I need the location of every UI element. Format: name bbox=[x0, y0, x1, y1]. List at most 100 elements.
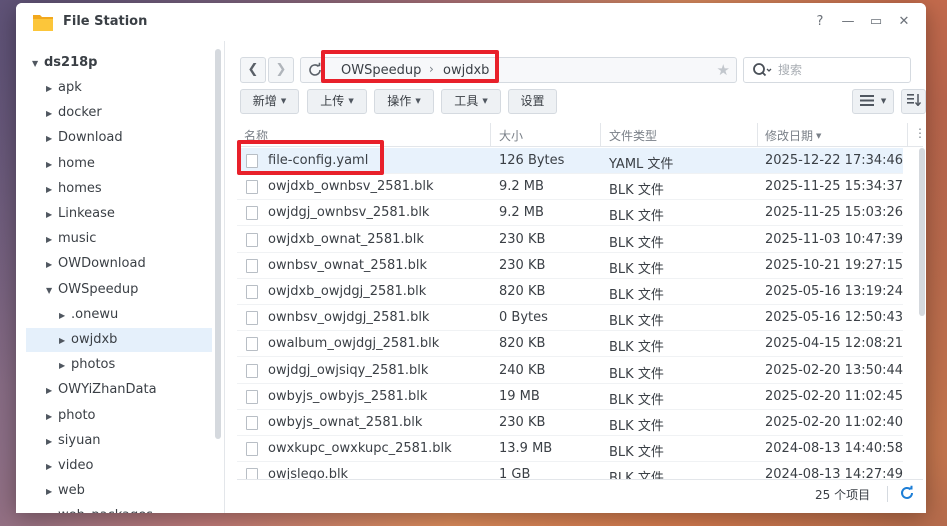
refresh-icon[interactable] bbox=[899, 485, 915, 501]
search-box[interactable] bbox=[743, 57, 911, 83]
tools-button[interactable]: 工具 ▼ bbox=[441, 89, 501, 114]
sidebar-item-photo[interactable]: ▶ photo bbox=[46, 404, 96, 428]
path-bar[interactable]: OWSpeedup › owjdxb ★ bbox=[300, 57, 737, 83]
caret-right-icon[interactable]: ▶ bbox=[59, 304, 71, 328]
tree-root-ds218p[interactable]: ▼ ds218p bbox=[32, 51, 98, 75]
caret-right-icon[interactable]: ▶ bbox=[46, 505, 58, 513]
breadcrumb-segment-owspeedup[interactable]: OWSpeedup bbox=[341, 63, 421, 78]
sidebar-item-label: siyuan bbox=[58, 432, 101, 448]
file-name: file-config.yaml bbox=[268, 153, 369, 168]
caret-right-icon[interactable]: ▶ bbox=[46, 379, 58, 403]
minimize-button[interactable]: — bbox=[838, 11, 858, 33]
header-size[interactable]: 大小 bbox=[499, 127, 523, 144]
sidebar-item-photos[interactable]: ▶ photos bbox=[59, 353, 115, 377]
caret-down-icon[interactable]: ▼ bbox=[32, 52, 44, 76]
table-row[interactable]: owjdgj_ownbsv_2581.blk 9.2 MB BLK 文件 2025-1… bbox=[237, 200, 903, 227]
header-modified[interactable]: 修改日期 ▼ bbox=[765, 127, 821, 144]
title-bar: File Station ? — ▭ ✕ bbox=[16, 3, 926, 41]
sidebar-scrollbar[interactable] bbox=[215, 49, 221, 439]
sidebar-item-linkease[interactable]: ▶ Linkease bbox=[46, 202, 115, 226]
file-list-scrollbar[interactable] bbox=[919, 148, 925, 316]
caret-right-icon[interactable]: ▶ bbox=[59, 354, 71, 378]
sidebar-item-siyuan[interactable]: ▶ siyuan bbox=[46, 429, 101, 453]
column-divider[interactable] bbox=[490, 123, 491, 147]
column-divider[interactable] bbox=[600, 123, 601, 147]
header-name[interactable]: 名称 bbox=[244, 127, 268, 144]
back-button[interactable]: ❮ bbox=[240, 57, 266, 83]
sidebar-item-homes[interactable]: ▶ homes bbox=[46, 177, 102, 201]
table-row[interactable]: ownbsv_ownat_2581.blk 230 KB BLK 文件 2025-10… bbox=[237, 253, 903, 279]
star-icon[interactable]: ★ bbox=[717, 61, 730, 79]
sidebar-item-web[interactable]: ▶ web bbox=[46, 479, 85, 503]
caret-right-icon[interactable]: ▶ bbox=[46, 153, 58, 177]
caret-right-icon[interactable]: ▶ bbox=[46, 430, 58, 454]
forward-button[interactable]: ❯ bbox=[268, 57, 294, 83]
caret-right-icon[interactable]: ▶ bbox=[59, 329, 71, 353]
table-row[interactable]: owjdgj_owjsiqy_2581.blk 240 KB BLK 文件 2025-… bbox=[237, 358, 903, 384]
table-row[interactable]: owalbum_owjdgj_2581.blk 820 KB BLK 文件 2025-… bbox=[237, 331, 903, 358]
file-name: owjdxb_ownbsv_2581.blk bbox=[268, 179, 434, 195]
column-divider[interactable] bbox=[907, 123, 908, 147]
sidebar-item-home[interactable]: ▶ home bbox=[46, 152, 95, 176]
table-row[interactable]: owjdxb_owjdgj_2581.blk 820 KB BLK 文件 2025-0… bbox=[237, 279, 903, 305]
sidebar-item-download[interactable]: ▶ Download bbox=[46, 126, 123, 150]
caret-right-icon[interactable]: ▶ bbox=[46, 178, 58, 202]
sidebar-item-owdownload[interactable]: ▶ OWDownload bbox=[46, 252, 146, 276]
sidebar-item-owyizhandata[interactable]: ▶ OWYiZhanData bbox=[46, 378, 157, 402]
sidebar-item-web-packages[interactable]: ▶web_packages bbox=[46, 504, 153, 513]
file-name: ownbsv_ownat_2581.blk bbox=[268, 257, 428, 273]
caret-right-icon[interactable]: ▶ bbox=[46, 253, 58, 277]
caret-right-icon[interactable]: ▶ bbox=[46, 127, 58, 151]
view-mode-button[interactable]: ▼ bbox=[852, 89, 894, 114]
sidebar-item-owjdxb[interactable]: ▶ owjdxb bbox=[26, 328, 212, 352]
caret-right-icon[interactable]: ▶ bbox=[46, 405, 58, 429]
sidebar-item-label: OWDownload bbox=[58, 256, 146, 272]
search-input[interactable] bbox=[778, 61, 904, 79]
header-type[interactable]: 文件类型 bbox=[609, 127, 657, 144]
maximize-button[interactable]: ▭ bbox=[866, 11, 886, 33]
file-type: BLK 文件 bbox=[609, 235, 664, 251]
settings-button[interactable]: 设置 bbox=[508, 89, 557, 114]
file-size: 19 MB bbox=[499, 388, 540, 404]
file-icon bbox=[246, 416, 258, 430]
caret-down-icon[interactable]: ▼ bbox=[46, 279, 58, 303]
search-icon[interactable] bbox=[752, 62, 772, 79]
caret-right-icon[interactable]: ▶ bbox=[46, 480, 58, 504]
caret-right-icon[interactable]: ▶ bbox=[46, 102, 58, 126]
column-divider[interactable] bbox=[757, 123, 758, 147]
sidebar-item-owspeedup[interactable]: ▼ OWSpeedup bbox=[46, 278, 138, 302]
file-name: owjdgj_owjsiqy_2581.blk bbox=[268, 362, 429, 378]
sidebar-item-apk[interactable]: ▶ apk bbox=[46, 76, 82, 100]
action-button[interactable]: 操作 ▼ bbox=[374, 89, 434, 114]
chevron-down-icon: ▼ bbox=[348, 97, 354, 105]
caret-right-icon[interactable]: ▶ bbox=[46, 77, 58, 101]
sidebar-item-onewu[interactable]: ▶ .onewu bbox=[59, 303, 118, 327]
upload-button[interactable]: 上传 ▼ bbox=[307, 89, 367, 114]
file-type: BLK 文件 bbox=[609, 183, 664, 199]
sidebar-item-music[interactable]: ▶ music bbox=[46, 227, 96, 251]
caret-right-icon[interactable]: ▶ bbox=[46, 228, 58, 252]
breadcrumb-segment-owjdxb[interactable]: owjdxb bbox=[443, 63, 489, 78]
sidebar-item-label: owjdxb bbox=[71, 332, 118, 347]
table-row[interactable]: owbyjs_owbyjs_2581.blk 19 MB BLK 文件 2025-02… bbox=[237, 384, 903, 410]
help-button[interactable]: ? bbox=[810, 11, 830, 33]
caret-right-icon[interactable]: ▶ bbox=[46, 203, 58, 227]
file-modified-date: 2025-02-20 11:02:45 bbox=[765, 388, 903, 404]
table-row[interactable]: owbyjs_ownat_2581.blk 230 KB BLK 文件 2025-02… bbox=[237, 410, 903, 436]
table-row[interactable]: owjdxb_ownbsv_2581.blk 9.2 MB BLK 文件 2025-1… bbox=[237, 174, 903, 201]
table-row[interactable]: ownbsv_owjdgj_2581.blk 0 Bytes BLK 文件 2025-… bbox=[237, 305, 903, 332]
table-row[interactable]: owxkupc_owxkupc_2581.blk 13.9 MB BLK 文件 202… bbox=[237, 436, 903, 463]
create-button[interactable]: 新增 ▼ bbox=[240, 89, 299, 114]
sidebar-item-label: docker bbox=[58, 105, 102, 121]
table-row[interactable]: owjdxb_ownat_2581.blk 230 KB BLK 文件 2025-11… bbox=[237, 227, 903, 253]
column-menu-icon[interactable]: ⋮ bbox=[914, 126, 926, 140]
caret-right-icon[interactable]: ▶ bbox=[46, 455, 58, 479]
sort-button[interactable] bbox=[901, 89, 926, 114]
table-row[interactable]: file-config.yaml 126 Bytes YAML 文件 2025-12-… bbox=[237, 148, 903, 174]
sidebar-item-video[interactable]: ▶ video bbox=[46, 454, 94, 478]
table-row[interactable]: owjslego.blk 1 GB BLK 文件 2024-08-13 14:27:4… bbox=[237, 462, 903, 480]
refresh-icon[interactable] bbox=[307, 62, 323, 78]
sidebar-item-label: video bbox=[58, 458, 94, 473]
sidebar-item-docker[interactable]: ▶ docker bbox=[46, 101, 102, 125]
close-button[interactable]: ✕ bbox=[894, 11, 914, 33]
